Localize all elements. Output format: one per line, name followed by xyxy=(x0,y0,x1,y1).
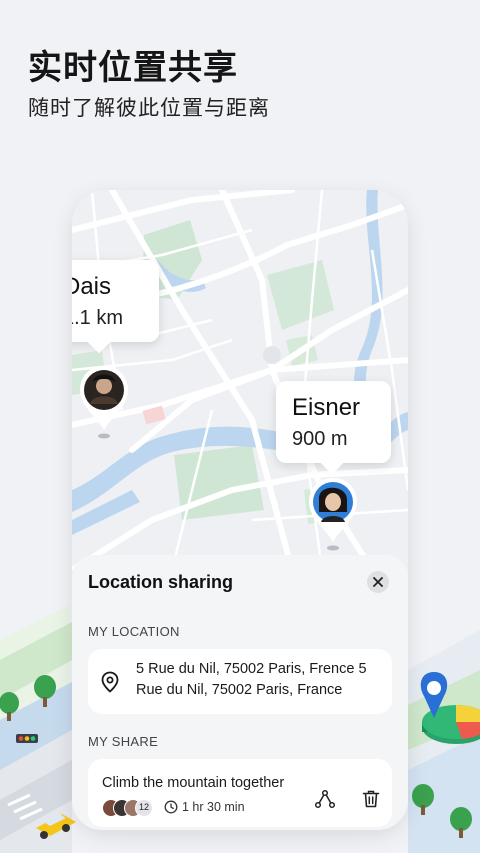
share-icon xyxy=(314,789,336,809)
user-distance: 900 m xyxy=(292,428,348,450)
trash-icon xyxy=(362,790,380,808)
participant-count: 12 xyxy=(135,799,153,817)
my-location-card[interactable]: 5 Rue du Nil, 75002 Paris, Frence 5 Rue … xyxy=(88,649,392,714)
user-name: Dais xyxy=(72,273,112,300)
sheet-title: Location sharing xyxy=(88,572,234,592)
duration-text: 1 hr 30 min xyxy=(182,800,245,814)
traffic-light-icon xyxy=(16,734,38,743)
location-sharing-sheet: Location sharing MY LOCATION 5 Rue du Ni… xyxy=(72,555,408,830)
user-marker-dais[interactable] xyxy=(78,364,130,444)
share-title: Climb the mountain together xyxy=(102,775,285,791)
user-name: Eisner xyxy=(292,394,361,421)
duration-row: 1 hr 30 min xyxy=(164,800,245,814)
pie-chart-icon xyxy=(422,705,480,744)
location-pin-icon xyxy=(101,671,119,693)
subheadline: 随时了解彼此位置与距离 xyxy=(28,96,270,120)
user-bubble-eisner[interactable]: Eisner 900 m xyxy=(276,381,391,463)
my-share-label: MY SHARE xyxy=(88,734,159,749)
address-text: 5 Rue du Nil, 75002 Paris, Frence 5 Rue … xyxy=(136,661,367,698)
user-bubble-dais[interactable]: Dais 1.1 km xyxy=(72,260,159,342)
my-location-label: MY LOCATION xyxy=(88,624,180,639)
headline: 实时位置共享 xyxy=(28,48,238,88)
share-button[interactable] xyxy=(314,789,336,814)
share-card[interactable]: Climb the mountain together 12 1 hr 30 m… xyxy=(88,759,392,827)
close-button[interactable] xyxy=(367,571,389,593)
clock-icon xyxy=(164,800,178,814)
delete-button[interactable] xyxy=(361,789,381,814)
close-icon xyxy=(373,577,383,587)
user-marker-eisner[interactable] xyxy=(307,476,359,556)
user-distance: 1.1 km xyxy=(72,307,124,329)
participant-avatars: 12 xyxy=(102,799,162,817)
